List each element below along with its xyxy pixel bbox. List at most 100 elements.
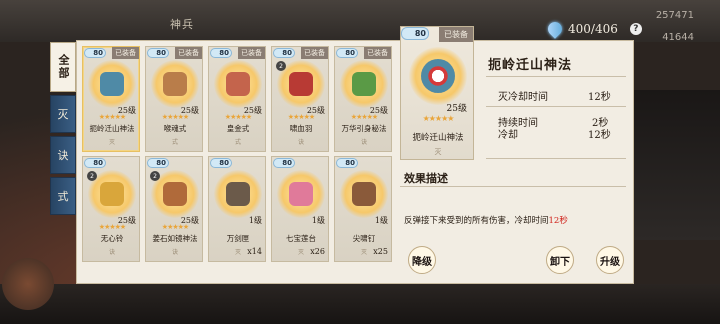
card-stars: ★★★★★: [161, 113, 189, 121]
card-name: 扼岭迁山神法: [89, 124, 135, 133]
weapon-icon: [163, 72, 187, 96]
background-right-panel: [634, 90, 720, 240]
weapon-icon: [289, 182, 313, 206]
weapon-art: [277, 170, 325, 218]
level-badge: 80: [84, 48, 106, 58]
card-element: 诀: [108, 249, 115, 256]
card-stars: ★★★★★: [98, 223, 126, 231]
card-count: x14: [247, 247, 262, 256]
equipped-badge: 已装备: [301, 47, 328, 59]
equipped-badge: 已装备: [238, 47, 265, 59]
weapon-art: [409, 47, 467, 105]
weapon-icon: [289, 72, 313, 96]
weapon-icon: [352, 182, 376, 206]
weapon-card[interactable]: 80 2 25级 ★★★★★ 姜石如镜神法诀: [145, 156, 203, 262]
currency: 400/406 ?: [545, 19, 642, 39]
card-element: 诀: [297, 139, 304, 146]
detail-element: 灭: [434, 148, 442, 156]
card-count: x26: [310, 247, 325, 256]
card-name: 无心铃: [100, 234, 124, 243]
tab-mie[interactable]: 灭: [50, 95, 76, 133]
weapon-card[interactable]: 80 1级 万剑匣灭 x14: [208, 156, 266, 262]
level-badge: 80: [147, 48, 169, 58]
level-badge: 80: [84, 158, 106, 168]
mark-badge: 2: [276, 61, 286, 71]
card-stars: ★★★★★: [350, 113, 378, 121]
card-name: 喉魂式: [163, 124, 187, 133]
card-level: 1级: [248, 216, 262, 225]
level-badge: 80: [336, 158, 358, 168]
divider: [486, 158, 626, 159]
weapon-card[interactable]: 80 已装备 2 25级 ★★★★★ 啸血羽诀: [271, 46, 329, 152]
detail-stars: ★★★★★: [422, 114, 455, 123]
stat-label: 灭冷却时间: [498, 92, 548, 103]
card-name: 尖啸钉: [352, 234, 376, 243]
stat-value: 12秒: [588, 92, 611, 103]
card-count: x25: [373, 247, 388, 256]
weapon-art: [214, 170, 262, 218]
stat-label: 冷却: [498, 130, 518, 141]
weapon-card[interactable]: 80 1级 尖啸钉灭 x25: [334, 156, 392, 262]
weapon-icon: [100, 182, 124, 206]
weapon-icon: [352, 72, 376, 96]
divider: [486, 76, 626, 77]
unequip-button[interactable]: 卸下: [546, 246, 574, 274]
level-badge: 80: [273, 48, 295, 58]
weapon-card[interactable]: 80 已装备 25级 ★★★★★ 皇金式式: [208, 46, 266, 152]
card-stars: ★★★★★: [161, 223, 189, 231]
card-level: 1级: [374, 216, 388, 225]
weapon-card[interactable]: 80 1级 七宝莲台灭 x26: [271, 156, 329, 262]
category-tabs: 全部 灭 诀 式: [50, 42, 76, 218]
weapon-icon: [226, 182, 250, 206]
card-name: 啸血羽: [289, 124, 313, 133]
card-element: 式: [234, 139, 241, 146]
mark-badge: 2: [87, 171, 97, 181]
level-badge: 80: [273, 158, 295, 168]
top-number-2: 41644: [662, 32, 694, 43]
weapon-art: [214, 60, 262, 108]
weapon-icon: [163, 182, 187, 206]
weapon-card[interactable]: 80 已装备 25级 ★★★★★ 喉魂式式: [145, 46, 203, 152]
weapon-art: [88, 60, 136, 108]
weapon-art: [340, 170, 388, 218]
weapon-art: [340, 60, 388, 108]
card-element: 诀: [360, 139, 367, 146]
level-badge: 80: [147, 158, 169, 168]
card-stars: ★★★★★: [98, 113, 126, 121]
level-badge: 80: [336, 48, 358, 58]
question-icon[interactable]: ?: [629, 23, 642, 35]
page-title: 神兵: [170, 18, 194, 31]
downgrade-button[interactable]: 降级: [408, 246, 436, 274]
background-decor: [2, 258, 54, 310]
card-name: 皇金式: [226, 124, 250, 133]
detail-name: 扼岭迁山神法: [412, 133, 464, 143]
equipped-badge: 已装备: [112, 47, 139, 59]
detail-level: 25级: [446, 104, 467, 114]
card-level: 1级: [311, 216, 325, 225]
weapon-card[interactable]: 80 已装备 25级 ★★★★★ 扼岭迁山神法灭: [82, 46, 140, 152]
card-name: 七宝莲台: [286, 234, 316, 243]
tab-shi[interactable]: 式: [50, 177, 76, 215]
divider: [400, 186, 626, 187]
weapon-card[interactable]: 80 已装备 25级 ★★★★★ 万华引身秘法诀: [334, 46, 392, 152]
card-name: 万华引身秘法: [341, 124, 387, 133]
tab-all[interactable]: 全部: [50, 42, 76, 92]
weapon-card[interactable]: 80 2 25级 ★★★★★ 无心铃诀: [82, 156, 140, 262]
divider: [486, 106, 626, 107]
tab-jue[interactable]: 诀: [50, 136, 76, 174]
top-number-1: 257471: [655, 10, 694, 21]
card-name: 姜石如镜神法: [152, 234, 198, 243]
detail-card: 80 已装备 25级 ★★★★★ 扼岭迁山神法 灭: [400, 26, 474, 160]
card-name: 万剑匣: [226, 234, 250, 243]
equipped-badge: 已装备: [439, 27, 473, 42]
shield-icon: [421, 59, 455, 93]
card-element: 灭: [108, 139, 115, 146]
water-drop-icon: [545, 19, 565, 39]
weapon-icon: [226, 72, 250, 96]
card-stars: ★★★★★: [224, 113, 252, 121]
weapon-icon: [100, 72, 124, 96]
description-heading: 效果描述: [404, 172, 448, 185]
card-element: 诀: [171, 249, 178, 256]
card-element: 式: [171, 139, 178, 146]
upgrade-button[interactable]: 升级: [596, 246, 624, 274]
